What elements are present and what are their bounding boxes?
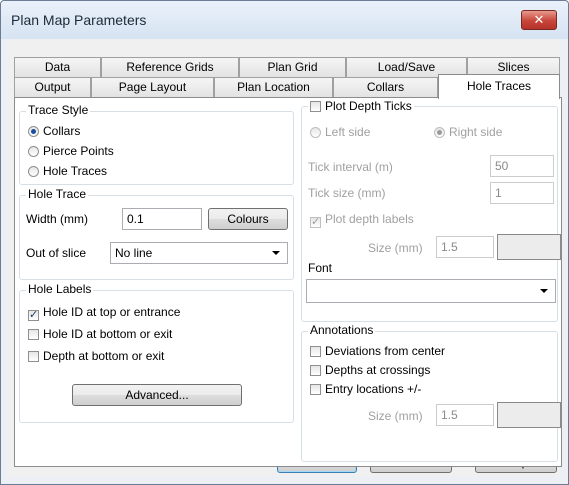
check-depths-crossings[interactable]: Depths at crossings <box>310 363 430 377</box>
hole-trace-label: Hole Trace <box>26 187 89 201</box>
tab-collars[interactable]: Collars <box>333 77 438 97</box>
depth-ticks-group: Plot Depth Ticks Left side Right side Ti… <box>301 99 561 322</box>
trace-style-label: Trace Style <box>26 103 91 117</box>
chevron-down-icon <box>272 251 280 255</box>
checkbox-icon <box>310 384 321 395</box>
radio-hole-traces[interactable]: Hole Traces <box>28 164 107 178</box>
checkbox-icon <box>310 101 321 112</box>
tab-plan-location[interactable]: Plan Location <box>214 77 333 97</box>
radio-right-side[interactable]: Right side <box>434 125 502 139</box>
checkbox-icon <box>28 329 39 340</box>
radio-pierce-points[interactable]: Pierce Points <box>28 144 114 158</box>
width-label: Width (mm) <box>26 212 88 226</box>
radio-icon <box>28 166 39 177</box>
dialog-client: Data Reference Grids Plan Grid Load/Save… <box>9 39 562 476</box>
advanced-button[interactable]: Advanced... <box>72 384 242 406</box>
check-plot-depth-labels[interactable]: ✓ Plot depth labels <box>310 212 414 228</box>
radio-collars[interactable]: Collars <box>28 124 80 138</box>
tick-size-label: Tick size (mm) <box>308 186 386 200</box>
tab-page-layout[interactable]: Page Layout <box>91 77 214 97</box>
tick-interval-input[interactable]: 50 <box>490 155 554 177</box>
chevron-down-icon <box>540 289 548 293</box>
out-of-slice-select[interactable]: No line <box>110 242 288 264</box>
tab-output[interactable]: Output <box>14 77 91 97</box>
radio-icon <box>28 146 39 157</box>
colours-button[interactable]: Colours <box>208 208 288 230</box>
window-title: Plan Map Parameters <box>11 12 147 28</box>
tab-plan-grid[interactable]: Plan Grid <box>239 57 346 77</box>
tick-label-colour-swatch[interactable] <box>497 234 561 260</box>
tick-label-size-label: Size (mm) <box>368 241 423 255</box>
radio-selected-icon <box>434 127 445 138</box>
plan-map-parameters-dialog: Plan Map Parameters ✕ Data Reference Gri… <box>0 0 569 485</box>
annotations-label: Annotations <box>308 323 376 337</box>
hole-traces-panel: Trace Style Collars Pierce Points Hole T… <box>14 97 562 467</box>
hole-labels-group: Hole Labels ✓ Hole ID at top or entrance … <box>19 282 294 423</box>
annotations-group: Annotations Deviations from center Depth… <box>301 323 561 462</box>
checkbox-icon <box>28 351 39 362</box>
check-plot-depth-ticks[interactable]: Plot Depth Ticks <box>308 99 414 113</box>
out-of-slice-label: Out of slice <box>26 246 87 260</box>
radio-icon <box>310 127 321 138</box>
font-label: Font <box>308 261 333 275</box>
trace-style-group: Trace Style Collars Pierce Points Hole T… <box>19 103 294 185</box>
check-hole-id-top[interactable]: ✓ Hole ID at top or entrance <box>28 305 180 321</box>
tab-hole-traces[interactable]: Hole Traces <box>438 74 560 99</box>
checkbox-checked-icon: ✓ <box>310 216 321 228</box>
annotation-colour-swatch[interactable] <box>497 402 561 428</box>
hole-trace-group: Hole Trace Width (mm) 0.1 Colours Out of… <box>19 187 294 280</box>
check-deviations[interactable]: Deviations from center <box>310 344 445 358</box>
tab-reference-grids[interactable]: Reference Grids <box>101 57 239 77</box>
check-depth-bottom[interactable]: Depth at bottom or exit <box>28 349 164 363</box>
tick-label-size-input[interactable]: 1.5 <box>436 236 494 258</box>
check-entry-locations[interactable]: Entry locations +/- <box>310 382 421 396</box>
checkbox-icon <box>310 365 321 376</box>
title-bar[interactable]: Plan Map Parameters ✕ <box>1 1 568 39</box>
tick-interval-label: Tick interval (m) <box>308 160 393 174</box>
tab-data[interactable]: Data <box>14 57 101 77</box>
tick-size-input[interactable]: 1 <box>490 182 554 204</box>
font-select[interactable] <box>306 279 556 303</box>
checkbox-checked-icon: ✓ <box>28 309 39 321</box>
checkbox-icon <box>310 346 321 357</box>
annotation-size-input[interactable]: 1.5 <box>436 404 494 426</box>
check-hole-id-bottom[interactable]: Hole ID at bottom or exit <box>28 327 172 341</box>
radio-left-side[interactable]: Left side <box>310 125 370 139</box>
annotation-size-label: Size (mm) <box>368 409 423 423</box>
close-icon[interactable]: ✕ <box>521 10 557 30</box>
hole-labels-label: Hole Labels <box>26 282 94 296</box>
radio-selected-icon <box>28 126 39 137</box>
width-input[interactable]: 0.1 <box>122 208 202 230</box>
